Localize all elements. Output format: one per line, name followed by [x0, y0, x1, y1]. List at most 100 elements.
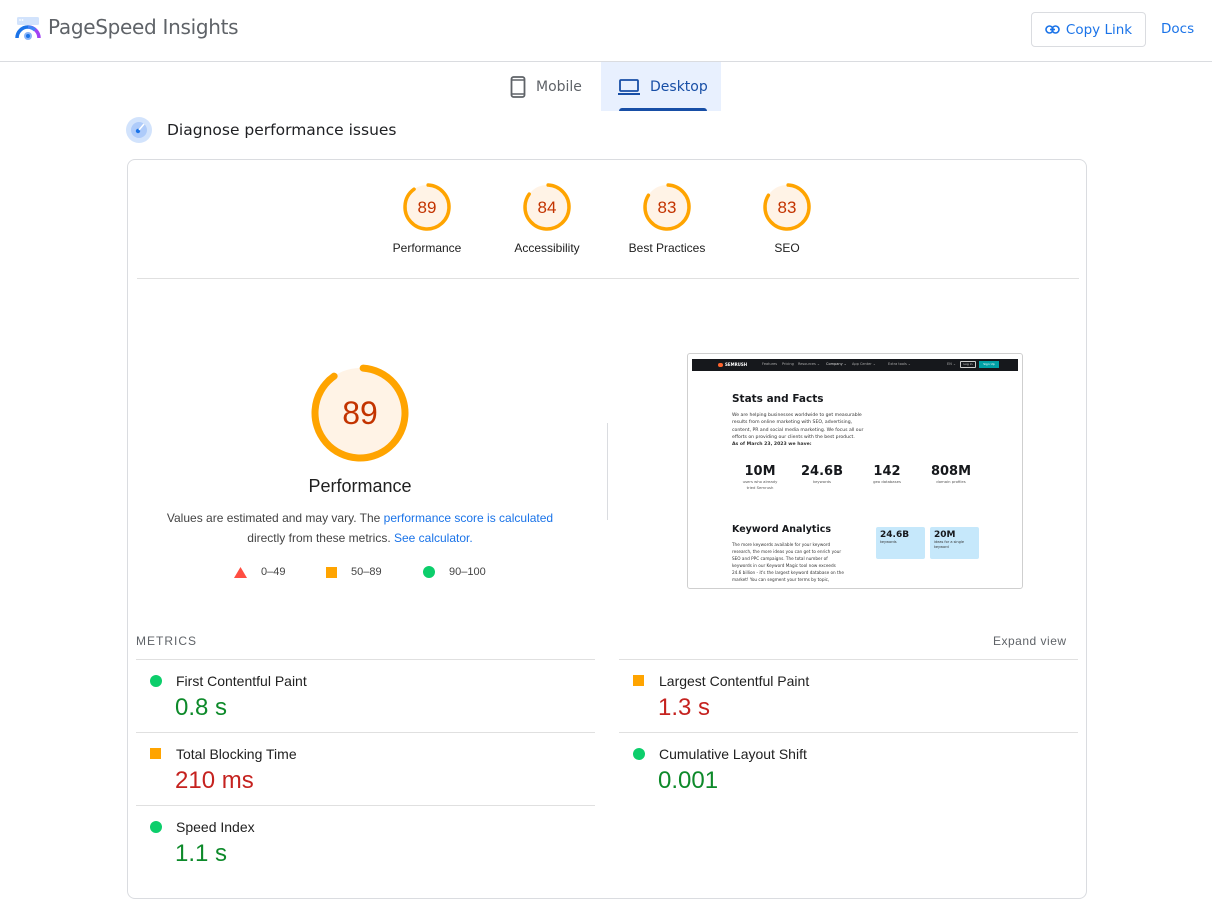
gauge-score: 83 — [658, 198, 677, 217]
metric-value: 1.3 s — [658, 694, 711, 721]
metric-total-blocking-time: Total Blocking Time 210 ms — [136, 732, 595, 805]
semrush-logo: SEMRUSH — [718, 362, 747, 367]
gauge-ring: 83 — [643, 183, 691, 231]
average-square-icon — [150, 748, 161, 759]
legend-label: 0–49 — [261, 566, 286, 578]
metric-label: Speed Index — [176, 819, 255, 835]
metric-label: Largest Contentful Paint — [659, 673, 810, 689]
gauge-ring: 89 — [403, 183, 451, 231]
category-gauges: 89 Performance 84 Accessibility 83 Best … — [137, 160, 1079, 279]
metric-label: Total Blocking Time — [176, 746, 297, 762]
thumb-stat: 142 geo databases — [864, 462, 916, 485]
metric-label: Cumulative Layout Shift — [659, 746, 807, 762]
gauge-score: 89 — [418, 198, 437, 217]
metric-speed-index: Speed Index 1.1 s — [136, 805, 595, 878]
thumb-nav-item: Pricing — [782, 362, 794, 366]
thumb-nav-item: EN ⌄ — [947, 362, 956, 366]
box-label: keywords — [880, 540, 897, 544]
thumb-navbar: SEMRUSH Features Pricing Resources ⌄ Com… — [692, 359, 1018, 371]
gauge-seo[interactable]: 83 SEO — [737, 182, 837, 255]
app-title: PageSpeed Insights — [48, 15, 239, 39]
thumb-nav-item: Features — [762, 362, 778, 366]
thumb-nav-item: App Center ⌄ — [852, 362, 876, 366]
gauge-best-practices[interactable]: 83 Best Practices — [617, 182, 717, 255]
stat-label: geo databases — [873, 479, 901, 484]
thumb-paragraph-2: The more keywords available for your key… — [732, 542, 844, 582]
thumb-signup: Sign Up — [979, 361, 999, 368]
gauge-ring: 84 — [523, 183, 571, 231]
stat-label: users who already tried Semrush — [742, 479, 778, 490]
performance-gauge-large: 89 — [311, 364, 409, 462]
metric-value: 0.001 — [658, 767, 719, 794]
thumb-nav-item: Resources ⌄ — [798, 362, 820, 366]
performance-score: 89 — [342, 395, 378, 431]
thumb-login: Log in — [960, 361, 976, 368]
legend-label: 50–89 — [351, 566, 382, 578]
gauge-score: 83 — [778, 198, 797, 217]
thumb-text: We are helping businesses worldwide to g… — [732, 413, 864, 440]
page-screenshot-thumbnail[interactable]: SEMRUSH Features Pricing Resources ⌄ Com… — [687, 353, 1023, 589]
legend-average: 50–89 — [326, 566, 382, 578]
metric-value: 0.8 s — [175, 694, 228, 721]
thumb-paragraph: We are helping businesses worldwide to g… — [732, 412, 872, 448]
tab-desktop-label: Desktop — [650, 78, 708, 95]
box-label: ideas for a single keyword — [934, 540, 964, 549]
metric-value: 210 ms — [175, 767, 254, 794]
metric-value: 1.1 s — [175, 840, 228, 867]
thumb-box: 20M ideas for a single keyword — [930, 527, 979, 559]
gauge-label: Accessibility — [514, 241, 580, 255]
copy-link-button[interactable]: Copy Link — [1031, 12, 1146, 47]
metric-label: First Contentful Paint — [176, 673, 307, 689]
tab-mobile-label: Mobile — [536, 78, 582, 95]
desc-text: Values are estimated and may vary. The — [166, 511, 384, 525]
thumb-heading: Stats and Facts — [732, 393, 824, 405]
see-calculator-link[interactable]: See calculator. — [394, 531, 473, 545]
thumb-box: 24.6B keywords — [876, 527, 925, 559]
gauge-score: 84 — [538, 198, 557, 217]
thumb-nav-item: Company ⌄ — [826, 362, 847, 366]
thumb-text: As of March 23, 2023 we have: — [732, 442, 812, 448]
performance-label: Performance — [308, 476, 412, 496]
metric-cumulative-layout-shift: Cumulative Layout Shift 0.001 — [619, 732, 1078, 805]
docs-link[interactable]: Docs — [1161, 21, 1194, 37]
gauge-accessibility[interactable]: 84 Accessibility — [497, 182, 597, 255]
selected-tab-indicator — [619, 108, 707, 111]
box-value: 24.6B — [880, 530, 910, 540]
expand-view-toggle[interactable]: Expand view — [993, 634, 1067, 648]
report-card: 89 Performance 84 Accessibility 83 Best … — [127, 159, 1087, 899]
tab-desktop[interactable]: Desktop — [601, 62, 721, 111]
stat-value: 24.6B — [801, 464, 843, 479]
copy-link-label: Copy Link — [1065, 21, 1133, 38]
tab-mobile[interactable]: Mobile — [500, 62, 601, 111]
vertical-divider — [607, 423, 608, 520]
thumb-heading-2: Keyword Analytics — [732, 524, 831, 535]
thumb-stat: 24.6B keywords — [800, 462, 850, 485]
target-icon — [126, 117, 152, 143]
laptop-icon — [618, 78, 640, 95]
metrics-title: METRICS — [136, 634, 197, 648]
stat-label: keywords — [813, 479, 831, 484]
pass-circle-icon — [150, 821, 162, 833]
stat-label: domain profiles — [936, 479, 966, 484]
stat-value: 10M — [744, 464, 776, 479]
legend-fail: 0–49 — [234, 566, 285, 578]
circle-icon — [423, 566, 435, 578]
stat-value: 142 — [873, 464, 901, 479]
thumb-nav-item: Extra tools ⌄ — [888, 362, 911, 366]
top-header: PageSpeed Insights Copy Link Docs — [0, 0, 1212, 62]
phone-icon — [510, 75, 526, 98]
score-calculated-link[interactable]: performance score is calculated — [384, 511, 553, 525]
pass-circle-icon — [633, 748, 645, 760]
thumb-stat: 10M users who already tried Semrush — [740, 462, 786, 490]
metric-largest-contentful-paint: Largest Contentful Paint 1.3 s — [619, 659, 1078, 732]
triangle-icon — [234, 566, 247, 578]
pass-circle-icon — [150, 675, 162, 687]
metric-first-contentful-paint: First Contentful Paint 0.8 s — [136, 659, 595, 732]
pagespeed-logo-icon[interactable] — [15, 16, 41, 42]
gauge-performance[interactable]: 89 Performance — [377, 182, 477, 255]
gauge-label: Performance — [392, 241, 462, 255]
section-title: Diagnose performance issues — [167, 121, 397, 139]
square-icon — [326, 566, 337, 578]
legend-pass: 90–100 — [423, 566, 486, 578]
stat-value: 808M — [930, 464, 972, 479]
